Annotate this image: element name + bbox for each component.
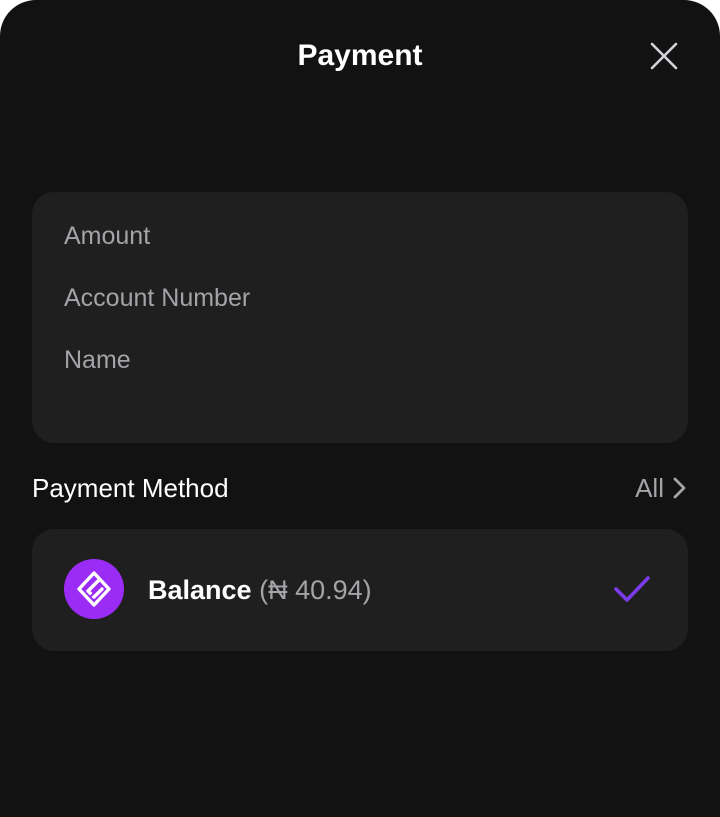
name-label: Name [64, 346, 131, 374]
payment-method-balance: (₦ 40.94) [259, 575, 372, 605]
close-button[interactable] [644, 36, 684, 76]
payment-method-name: Balance [148, 575, 252, 605]
payment-method-label: Payment Method [32, 473, 229, 503]
all-methods-label: All [635, 473, 664, 503]
wallet-logo-icon [64, 559, 124, 619]
currency-symbol: ₦ [268, 575, 288, 605]
balance-close-paren: ) [362, 575, 372, 605]
all-methods-link[interactable]: All [600, 468, 688, 508]
checkmark-icon [614, 576, 650, 602]
amount-label: Amount [64, 222, 151, 250]
payment-sheet: Payment Amount Account Number Name Payme… [0, 0, 720, 817]
close-icon [650, 42, 678, 70]
account-number-label: Account Number [64, 284, 251, 312]
balance-open-paren: ( [259, 575, 269, 605]
payment-details-card: Amount Account Number Name [32, 192, 688, 443]
balance-amount: 40.94 [295, 575, 363, 605]
payment-method-text: Balance (₦ 40.94) [148, 573, 372, 607]
chevron-right-icon [673, 477, 686, 499]
payment-method-option-balance[interactable]: Balance (₦ 40.94) [32, 529, 688, 651]
page-title: Payment [297, 39, 423, 72]
